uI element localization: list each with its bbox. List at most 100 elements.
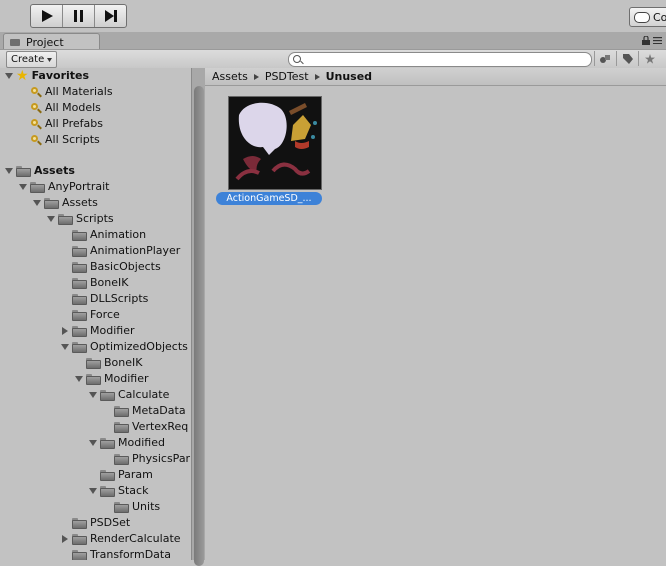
tree-folder-label: Units — [132, 500, 161, 513]
expand-arrow-icon[interactable] — [60, 327, 69, 336]
tree-folder-item[interactable]: VertexReq — [102, 419, 188, 435]
folder-icon — [114, 421, 129, 433]
favorite-item-label: All Prefabs — [45, 117, 103, 130]
tree-folder-item[interactable]: BoneIK — [74, 355, 142, 371]
filter-buttons — [594, 51, 660, 66]
tree-folder-item[interactable]: AnimationPlayer — [60, 243, 180, 259]
favorites-label: Favorites — [31, 69, 90, 82]
tree-folder-item[interactable]: TransformData — [60, 547, 171, 560]
favorites-node[interactable]: ★ Favorites — [4, 68, 89, 84]
shapes-icon — [600, 54, 610, 63]
playback-controls — [30, 4, 127, 28]
tree-folder-item[interactable]: DLLScripts — [60, 291, 148, 307]
favorite-item-label: All Scripts — [45, 133, 100, 146]
collapse-arrow-icon[interactable] — [88, 487, 97, 496]
collab-button[interactable]: Co — [629, 7, 666, 27]
tree-folder-item[interactable]: Force — [60, 307, 120, 323]
dropdown-icon — [47, 57, 53, 62]
folder-icon — [72, 533, 87, 545]
tree-folder-label: Assets — [62, 196, 98, 209]
search-by-label-button[interactable] — [616, 51, 638, 66]
create-label: Create — [11, 54, 45, 65]
folder-icon — [30, 181, 45, 193]
tree-folder-label: DLLScripts — [90, 292, 149, 305]
menu-icon[interactable] — [653, 37, 662, 44]
lock-icon[interactable] — [642, 36, 650, 45]
tree-folder-item[interactable]: RenderCalculate — [60, 531, 181, 547]
breadcrumb-item[interactable]: PSDTest — [265, 70, 309, 83]
step-button[interactable] — [95, 5, 126, 27]
pause-button[interactable] — [63, 5, 95, 27]
search-icon — [30, 102, 41, 114]
breadcrumb-current[interactable]: Unused — [326, 70, 372, 83]
collapse-arrow-icon[interactable] — [60, 343, 69, 352]
favorites-filter-button[interactable] — [638, 51, 660, 66]
collapse-arrow-icon[interactable] — [32, 199, 41, 208]
search-icon — [30, 134, 41, 146]
folder-icon — [72, 245, 87, 257]
tree-scrollbar[interactable] — [191, 68, 206, 566]
play-icon — [41, 10, 53, 22]
pause-icon — [73, 10, 83, 22]
tree-folder-item[interactable]: BasicObjects — [60, 259, 161, 275]
collapse-arrow-icon[interactable] — [88, 391, 97, 400]
texture-thumbnail — [228, 96, 322, 190]
folder-icon — [44, 197, 59, 209]
tree-folder-item[interactable]: Scripts — [46, 211, 114, 227]
tree-folder-item[interactable]: PhysicsPar — [102, 451, 190, 467]
favorite-item[interactable]: All Prefabs — [30, 116, 103, 132]
project-tree: ★ Favorites All Materials All Models All… — [0, 68, 191, 560]
folder-icon — [114, 453, 129, 465]
project-toolbar: Create — [0, 49, 666, 69]
folder-icon — [100, 469, 115, 481]
tree-folder-label: Scripts — [76, 212, 114, 225]
collapse-arrow-icon[interactable] — [18, 183, 27, 192]
tree-folder-item[interactable]: Modifier — [60, 323, 134, 339]
tree-folder-label: BoneIK — [90, 276, 129, 289]
breadcrumb-separator-icon — [253, 73, 259, 80]
scrollbar-thumb[interactable] — [194, 86, 204, 566]
assets-root-node[interactable]: Assets — [4, 163, 75, 179]
tree-folder-item[interactable]: Calculate — [88, 387, 169, 403]
tree-folder-label: AnyPortrait — [48, 180, 110, 193]
tree-folder-item[interactable]: Assets — [32, 195, 98, 211]
tree-folder-item[interactable]: OptimizedObjects — [60, 339, 188, 355]
create-button[interactable]: Create — [6, 51, 58, 68]
asset-grid: ActionGameSD_... — [205, 86, 666, 560]
play-button[interactable] — [31, 5, 63, 27]
tree-folder-item[interactable]: Units — [102, 499, 160, 515]
tree-folder-item[interactable]: PSDSet — [60, 515, 130, 531]
tree-folder-item[interactable]: Modifier — [74, 371, 148, 387]
search-input[interactable] — [305, 53, 585, 66]
collapse-arrow-icon[interactable] — [46, 215, 55, 224]
collapse-arrow-icon[interactable] — [88, 439, 97, 448]
tree-folder-label: VertexReq — [132, 420, 189, 433]
breadcrumb-item[interactable]: Assets — [212, 70, 248, 83]
folder-icon — [16, 165, 31, 177]
tree-folder-item[interactable]: Param — [88, 467, 153, 483]
folder-icon — [72, 549, 87, 560]
cloud-icon — [634, 11, 650, 23]
panel-tab-bar: Project — [0, 32, 666, 50]
tree-folder-label: Modifier — [90, 324, 135, 337]
tree-folder-item[interactable]: Stack — [88, 483, 148, 499]
favorite-item[interactable]: All Materials — [30, 84, 113, 100]
tree-folder-item[interactable]: BoneIK — [60, 275, 128, 291]
tree-folder-item[interactable]: Modified — [88, 435, 165, 451]
tab-project[interactable]: Project — [3, 33, 100, 50]
collapse-arrow-icon[interactable] — [74, 375, 83, 384]
search-field[interactable] — [288, 52, 592, 67]
search-by-type-button[interactable] — [594, 51, 616, 66]
folder-icon — [100, 485, 115, 497]
favorite-item[interactable]: All Models — [30, 100, 101, 116]
expand-arrow-icon[interactable] — [4, 167, 13, 176]
favorite-item[interactable]: All Scripts — [30, 132, 100, 148]
folder-icon — [72, 341, 87, 353]
expand-arrow-icon[interactable] — [4, 72, 13, 81]
tree-folder-item[interactable]: Animation — [60, 227, 146, 243]
sprite-atlas-preview — [235, 102, 317, 181]
tree-folder-item[interactable]: MetaData — [102, 403, 186, 419]
expand-arrow-icon[interactable] — [60, 535, 69, 544]
folder-icon — [72, 229, 87, 241]
tree-folder-item[interactable]: AnyPortrait — [18, 179, 109, 195]
